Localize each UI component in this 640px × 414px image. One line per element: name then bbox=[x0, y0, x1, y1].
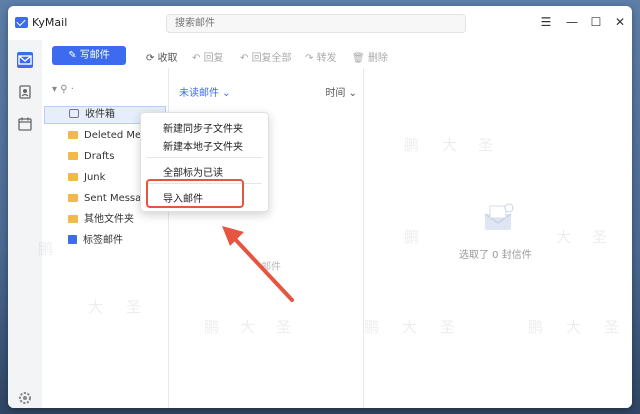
navigation-rail bbox=[8, 40, 43, 408]
watermark-char: 圣 bbox=[276, 318, 292, 336]
menu-mark-all-read[interactable]: 全部标为已读 bbox=[163, 164, 223, 179]
watermark-char: 大 bbox=[442, 136, 458, 154]
watermark-char: 鹏 bbox=[404, 228, 420, 246]
menu-new-sync-subfolder[interactable]: 新建同步子文件夹 bbox=[163, 120, 243, 135]
forward-button[interactable]: ↷ 转发 bbox=[305, 49, 337, 64]
folder-label: 标签邮件 bbox=[83, 235, 123, 246]
maximize-icon[interactable]: ☐ bbox=[589, 15, 603, 29]
forward-label: 转发 bbox=[316, 53, 337, 64]
title-bar: KyMail ☰ — ☐ ✕ bbox=[8, 6, 632, 40]
minimize-icon[interactable]: — bbox=[565, 15, 579, 29]
watermark-char: 圣 bbox=[126, 298, 142, 316]
watermark-char: 圣 bbox=[592, 228, 608, 246]
watermark-char: 鹏 bbox=[404, 136, 420, 154]
folder-label: 其他文件夹 bbox=[84, 214, 134, 225]
receive-label: 收取 bbox=[157, 53, 178, 64]
close-icon[interactable]: ✕ bbox=[613, 15, 627, 29]
watermark-char: 圣 bbox=[478, 136, 494, 154]
folder-icon bbox=[68, 215, 78, 223]
mail-app-icon bbox=[15, 17, 28, 28]
delete-button[interactable]: 🗑 删除 bbox=[352, 49, 388, 64]
empty-selection-text: 选取了 0 封信件 bbox=[459, 250, 532, 261]
menu-icon[interactable]: ☰ bbox=[539, 15, 553, 29]
watermark-char: 鹏 bbox=[528, 318, 544, 336]
reply-button[interactable]: ↶ 回复 bbox=[192, 49, 224, 64]
empty-mail-icon bbox=[484, 203, 514, 230]
folder-icon bbox=[68, 173, 78, 181]
delete-label: 删除 bbox=[367, 53, 388, 64]
folder-icon bbox=[68, 152, 78, 160]
app-title: KyMail bbox=[32, 16, 68, 29]
annotation-highlight-box bbox=[146, 179, 244, 208]
compose-button[interactable]: ✎ 写邮件 bbox=[52, 46, 126, 65]
unread-filter-dropdown[interactable]: 未读邮件 ⌄ bbox=[179, 84, 231, 99]
folder-tagged[interactable]: 标签邮件 bbox=[44, 232, 164, 250]
watermark-char: 大 bbox=[556, 228, 572, 246]
mail-toolbar: ✎ 写邮件 ⟳ 收取 ↶ 回复 ↶ 回复全部 ↷ 转发 🗑 删除 bbox=[42, 40, 632, 69]
folder-icon bbox=[68, 131, 78, 139]
folder-label: Junk bbox=[84, 172, 106, 183]
app-window: KyMail ☰ — ☐ ✕ ✎ 写邮件 ⟳ 收取 ↶ 回复 ↶ bbox=[8, 6, 632, 408]
search-input[interactable] bbox=[166, 14, 466, 33]
settings-gear-icon[interactable] bbox=[17, 390, 33, 406]
watermark-char: 鹏 bbox=[204, 318, 220, 336]
folder-icon bbox=[68, 194, 78, 202]
folder-label: Drafts bbox=[84, 151, 115, 162]
folder-label: 收件箱 bbox=[85, 109, 115, 120]
watermark-char: 大 bbox=[402, 318, 418, 336]
calendar-icon[interactable] bbox=[17, 116, 33, 132]
compose-label: 写邮件 bbox=[79, 50, 110, 61]
watermark-char: 圣 bbox=[440, 318, 456, 336]
contacts-icon[interactable] bbox=[17, 84, 33, 100]
reply-label: 回复 bbox=[203, 53, 224, 64]
tag-icon bbox=[68, 235, 77, 244]
account-node[interactable]: ▾ ⚲ · bbox=[52, 84, 74, 95]
watermark-char: 鹏 bbox=[38, 240, 54, 258]
menu-separator bbox=[147, 157, 262, 158]
inbox-icon bbox=[69, 109, 79, 118]
reply-all-button[interactable]: ↶ 回复全部 bbox=[240, 49, 292, 64]
reply-all-label: 回复全部 bbox=[251, 53, 292, 64]
receive-button[interactable]: ⟳ 收取 bbox=[146, 49, 178, 64]
menu-new-local-subfolder[interactable]: 新建本地子文件夹 bbox=[163, 138, 243, 153]
watermark-char: 大 bbox=[566, 318, 582, 336]
folder-other[interactable]: 其他文件夹 bbox=[44, 211, 164, 229]
sort-dropdown[interactable]: 时间 ⌄ bbox=[325, 84, 357, 99]
mail-icon[interactable] bbox=[17, 52, 33, 68]
watermark-char: 大 bbox=[88, 298, 104, 316]
watermark-char: 鹏 bbox=[364, 318, 380, 336]
watermark-char: 圣 bbox=[604, 318, 620, 336]
empty-list-text: 邮件 bbox=[261, 262, 281, 273]
watermark-char: 大 bbox=[240, 318, 256, 336]
